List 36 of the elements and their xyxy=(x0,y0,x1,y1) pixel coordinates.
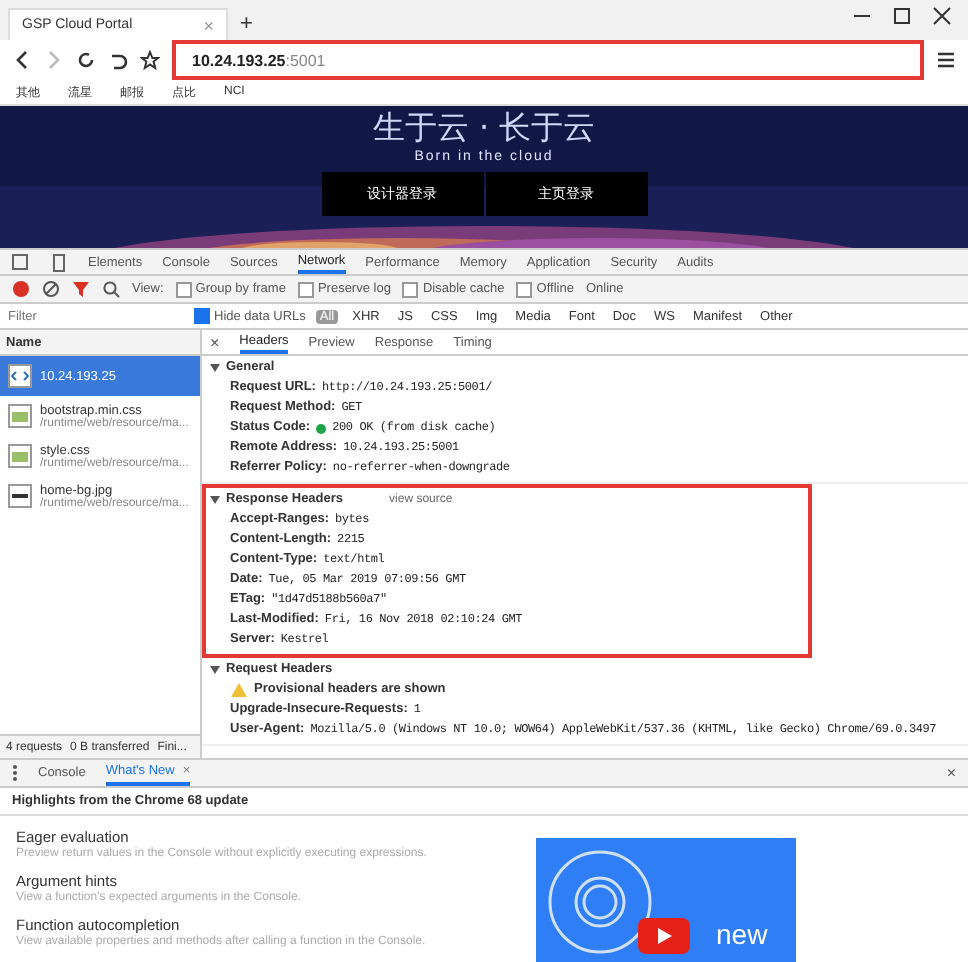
maximize-icon[interactable] xyxy=(892,5,912,25)
checkbox[interactable] xyxy=(175,281,192,297)
checkbox[interactable] xyxy=(516,281,533,297)
video-artwork-drawing xyxy=(548,850,652,954)
caret-icon[interactable] xyxy=(210,364,220,372)
close-icon[interactable] xyxy=(932,5,952,25)
hero-title: 生于云 · 长于云 xyxy=(372,110,596,146)
document-icon xyxy=(8,364,32,388)
stylesheet-file-icon xyxy=(8,444,32,468)
filter-icon[interactable] xyxy=(72,280,90,298)
search-icon[interactable] xyxy=(102,280,120,298)
menu-icon[interactable] xyxy=(936,50,956,70)
reload-icon[interactable] xyxy=(76,50,96,70)
undo-icon[interactable] xyxy=(108,50,128,70)
checkbox[interactable] xyxy=(194,308,210,324)
stylesheet-file-icon xyxy=(8,404,32,428)
star-icon[interactable] xyxy=(140,50,160,70)
clear-icon[interactable] xyxy=(42,280,60,298)
caret-icon[interactable] xyxy=(210,496,220,504)
more-icon[interactable] xyxy=(12,764,18,782)
warning-icon xyxy=(230,682,248,698)
close-button[interactable]: × xyxy=(210,333,220,351)
video-label: new xyxy=(716,918,768,950)
close-button[interactable]: × xyxy=(946,764,956,782)
play-icon[interactable] xyxy=(638,918,690,954)
image-file-icon xyxy=(8,484,32,508)
caret-icon[interactable] xyxy=(210,666,220,674)
device-icon[interactable] xyxy=(50,253,68,271)
back-icon[interactable] xyxy=(12,50,32,70)
checkbox[interactable] xyxy=(402,281,419,297)
address-field[interactable]: 10.24.193.25:5001 xyxy=(172,40,924,80)
checkbox[interactable] xyxy=(297,281,314,297)
video-thumbnail[interactable]: new xyxy=(536,838,796,962)
new-tab-button[interactable]: + xyxy=(240,12,253,36)
inspect-icon[interactable] xyxy=(12,253,30,271)
record-icon[interactable] xyxy=(12,280,30,298)
